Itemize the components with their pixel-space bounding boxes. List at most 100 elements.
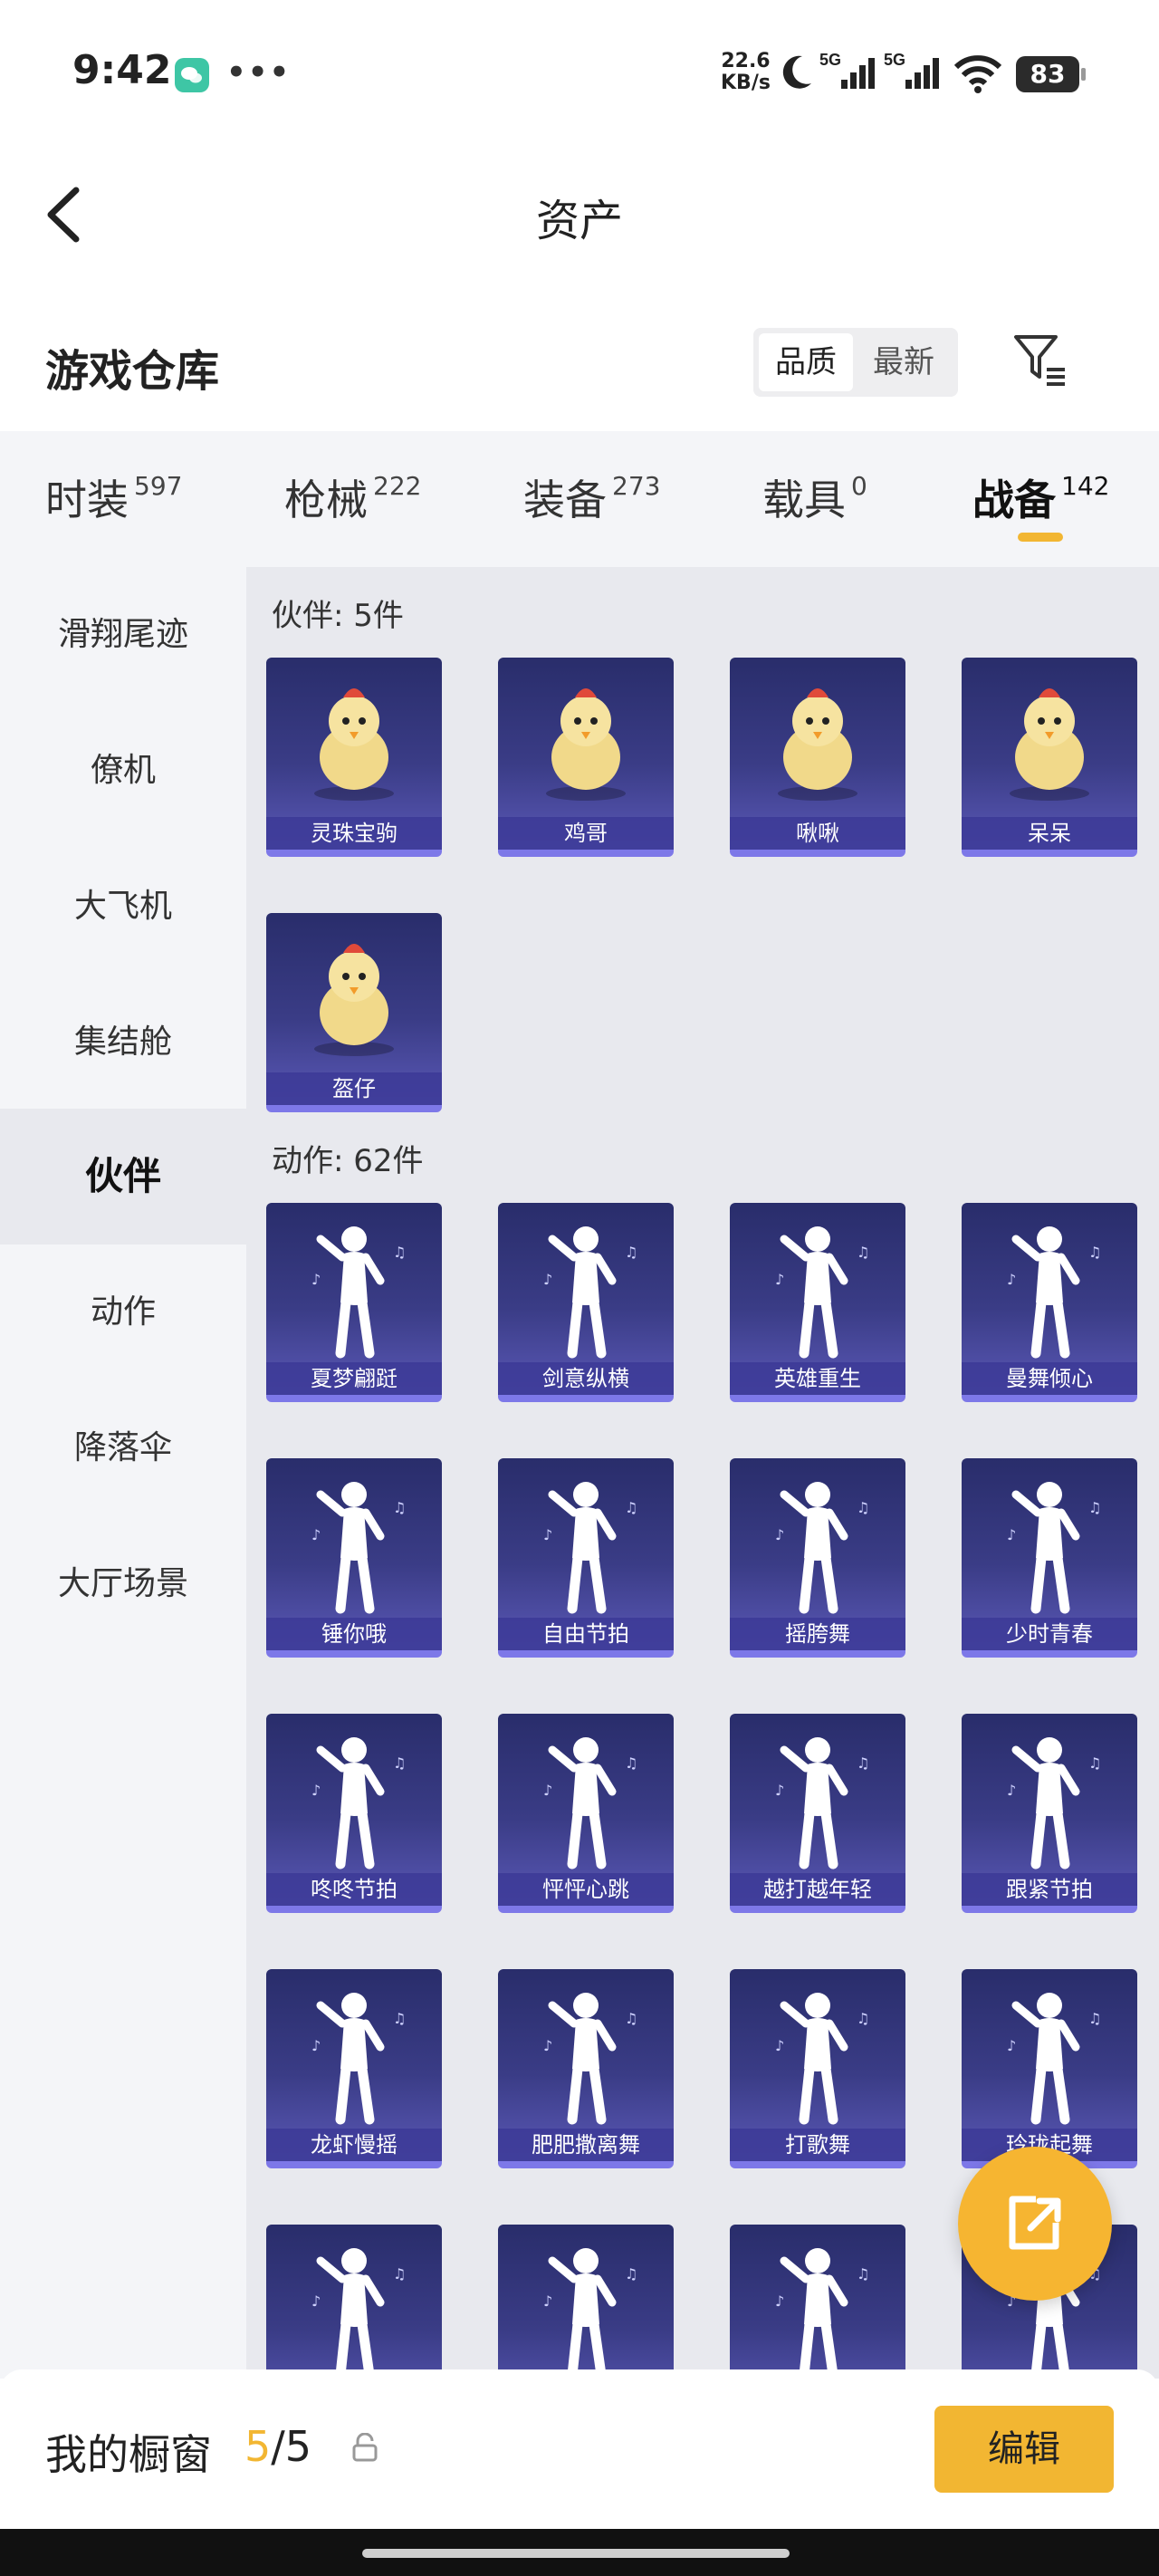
sort-quality-button[interactable]: 品质 <box>759 333 853 391</box>
showcase-total: 5 <box>284 2422 312 2471</box>
partner-card[interactable]: 灵珠宝驹 <box>266 658 442 857</box>
emote-card[interactable]: ♪ ♫ 肥肥撒离舞 <box>498 1969 674 2168</box>
tab-battle-prep[interactable]: 战备 142 <box>972 467 1109 527</box>
svg-text:♫: ♫ <box>393 1244 406 1261</box>
sidebar-item-big-plane[interactable]: 大飞机 <box>0 839 246 975</box>
emote-card[interactable]: ♪ ♫ 打歌舞 <box>730 1969 905 2168</box>
sort-toggle: 品质 最新 <box>753 328 958 397</box>
card-label: 英雄重生 <box>730 1362 905 1395</box>
svg-text:♫: ♫ <box>393 2265 406 2283</box>
partner-card[interactable]: 呆呆 <box>962 658 1137 857</box>
card-label: 少时青春 <box>962 1618 1137 1650</box>
emote-card[interactable]: ♪ ♫ 摇胯舞 <box>730 1458 905 1658</box>
emote-card[interactable]: ♪ ♫ 剑意纵横 <box>498 1203 674 1402</box>
emote-card[interactable]: ♪ ♫ 夏梦翩跹 <box>266 1203 442 1402</box>
card-label: 跟紧节拍 <box>962 1873 1137 1906</box>
partner-card[interactable]: 鸡哥 <box>498 658 674 857</box>
sidebar-item-glide-trail[interactable]: 滑翔尾迹 <box>0 567 246 703</box>
emote-card[interactable]: ♪ ♫ <box>266 2225 442 2379</box>
card-label: 夏梦翩跹 <box>266 1362 442 1395</box>
dance-figure-icon: ♪ ♫ <box>498 1969 674 2132</box>
sidebar-item-wingman[interactable]: 僚机 <box>0 703 246 839</box>
tab-label: 载具 <box>762 476 846 524</box>
card-label: 越打越年轻 <box>730 1873 905 1906</box>
partner-card[interactable]: 盔仔 <box>266 913 442 1112</box>
status-bar: 9:42 ••• 22.6 KB/s 5G 5G 83 <box>0 0 1159 145</box>
emote-card[interactable]: ♪ ♫ 曼舞倾心 <box>962 1203 1137 1402</box>
tab-count: 273 <box>612 471 661 501</box>
section-title-emotes: 动作: 62件 <box>272 1143 424 1179</box>
battery-icon: 83 <box>1016 56 1086 92</box>
card-label: 啾啾 <box>730 817 905 850</box>
sidebar-item-lobby-scene[interactable]: 大厅场景 <box>0 1516 246 1652</box>
svg-text:♫: ♫ <box>625 1244 637 1261</box>
emote-card[interactable]: ♪ ♫ <box>498 2225 674 2379</box>
dance-figure-icon: ♪ ♫ <box>962 1458 1137 1621</box>
svg-text:♫: ♫ <box>625 2265 637 2283</box>
emote-card[interactable]: ♪ ♫ <box>730 2225 905 2379</box>
emote-card[interactable]: ♪ ♫ 咚咚节拍 <box>266 1714 442 1913</box>
sidebar-item-assembly-pod[interactable]: 集结舱 <box>0 975 246 1110</box>
svg-text:♫: ♫ <box>625 1754 637 1772</box>
dance-figure-icon: ♪ ♫ <box>498 2225 674 2379</box>
wechat-icon <box>175 58 209 92</box>
sort-newest-button[interactable]: 最新 <box>857 333 951 391</box>
showcase-current: 5 <box>244 2422 272 2471</box>
sidebar-item-parachute[interactable]: 降落伞 <box>0 1380 246 1516</box>
sidebar-item-emote[interactable]: 动作 <box>0 1245 246 1380</box>
sidebar-item-partner[interactable]: 伙伴 <box>0 1109 246 1245</box>
emote-card[interactable]: ♪ ♫ 锤你哦 <box>266 1458 442 1658</box>
emote-card[interactable]: ♪ ♫ 英雄重生 <box>730 1203 905 1402</box>
active-tab-indicator <box>1018 533 1063 542</box>
category-tabs: 时装 597 枪械 222 装备 273 载具 0 战备 142 <box>0 431 1159 567</box>
card-label: 锤你哦 <box>266 1618 442 1650</box>
emote-card[interactable]: ♪ ♫ 龙虾慢摇 <box>266 1969 442 2168</box>
card-label: 灵珠宝驹 <box>266 817 442 850</box>
card-label: 盔仔 <box>266 1072 442 1105</box>
tab-label: 时装 <box>45 476 129 524</box>
edit-button[interactable]: 编辑 <box>934 2406 1114 2493</box>
share-button[interactable] <box>958 2147 1112 2301</box>
partner-card[interactable]: 啾啾 <box>730 658 905 857</box>
moon-icon <box>782 55 811 89</box>
svg-text:♫: ♫ <box>1088 2010 1101 2027</box>
dance-figure-icon: ♪ ♫ <box>730 1969 905 2132</box>
svg-text:♪: ♪ <box>775 1271 784 1288</box>
svg-text:♪: ♪ <box>543 1271 552 1288</box>
svg-text:♪: ♪ <box>775 1782 784 1799</box>
emote-card[interactable]: ♪ ♫ 怦怦心跳 <box>498 1714 674 1913</box>
partner-figure-icon <box>962 658 1137 821</box>
home-indicator[interactable] <box>362 2549 790 2558</box>
dance-figure-icon: ♪ ♫ <box>962 1203 1137 1366</box>
card-label: 肥肥撒离舞 <box>498 2129 674 2161</box>
card-label: 咚咚节拍 <box>266 1873 442 1906</box>
tab-count: 597 <box>134 471 183 501</box>
filter-icon[interactable] <box>1011 330 1068 388</box>
card-label: 打歌舞 <box>730 2129 905 2161</box>
svg-text:5G: 5G <box>819 51 841 69</box>
dance-figure-icon: ♪ ♫ <box>498 1458 674 1621</box>
emote-card[interactable]: ♪ ♫ 自由节拍 <box>498 1458 674 1658</box>
emote-card[interactable]: ♪ ♫ 玲珑起舞 <box>962 1969 1137 2168</box>
svg-text:♪: ♪ <box>543 2292 552 2310</box>
dance-figure-icon: ♪ ♫ <box>498 1203 674 1366</box>
tab-guns[interactable]: 枪械 222 <box>284 467 421 527</box>
warehouse-header: 游戏仓库 品质 最新 <box>0 308 1159 426</box>
partner-figure-icon <box>730 658 905 821</box>
dance-figure-icon: ♪ ♫ <box>266 2225 442 2379</box>
tab-label: 装备 <box>523 476 607 524</box>
svg-text:♪: ♪ <box>311 1782 321 1799</box>
item-grid: 伙伴: 5件 灵珠宝驹 鸡哥 啾啾 呆呆 盔仔 动作: 62件 ♪ ♫ 夏梦翩跹 ♪ ♫ 剑意纵横… <box>246 567 1159 2379</box>
tab-equipment[interactable]: 装备 273 <box>523 467 660 527</box>
tab-fashion[interactable]: 时装 597 <box>45 467 182 527</box>
emote-card[interactable]: ♪ ♫ 少时青春 <box>962 1458 1137 1658</box>
partner-figure-icon <box>266 658 442 821</box>
emote-card[interactable]: ♪ ♫ 越打越年轻 <box>730 1714 905 1913</box>
svg-text:♫: ♫ <box>625 2010 637 2027</box>
card-label: 龙虾慢摇 <box>266 2129 442 2161</box>
svg-text:♫: ♫ <box>625 1499 637 1516</box>
page-title: 资产 <box>535 196 623 246</box>
tab-vehicles[interactable]: 载具 0 <box>762 467 867 527</box>
net-speed: 22.6 KB/s <box>721 51 771 94</box>
emote-card[interactable]: ♪ ♫ 跟紧节拍 <box>962 1714 1137 1913</box>
